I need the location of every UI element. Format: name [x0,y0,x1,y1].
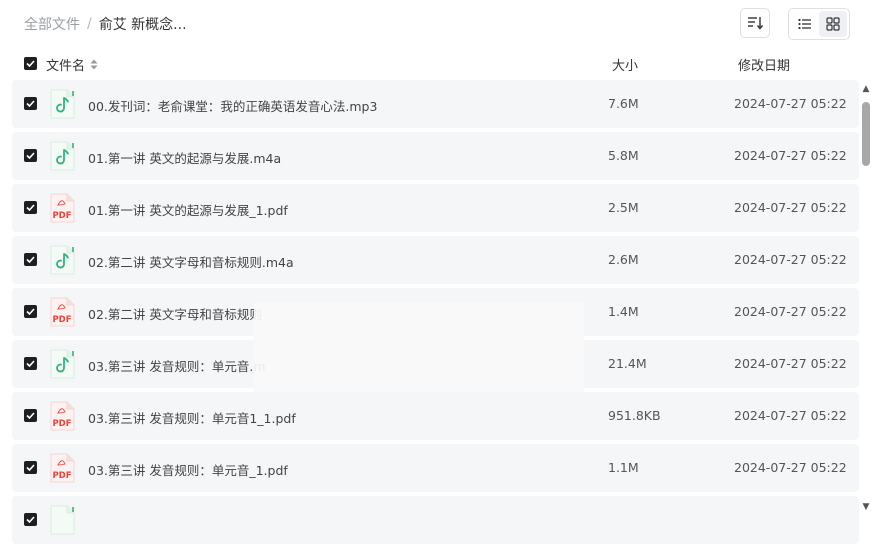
pdf-file-icon: PDF [50,401,75,431]
check-icon [26,308,35,315]
file-modified-date: 2024-07-27 05:22 [734,304,847,319]
file-size: 21.4M [608,356,647,371]
file-modified-date: 2024-07-27 05:22 [734,252,847,267]
column-date-header[interactable]: 修改日期 [738,55,790,74]
pdf-file-icon: PDF [50,193,75,223]
check-icon [26,360,35,367]
breadcrumb-current: 俞艾 新概念... [98,17,187,33]
column-name-header[interactable]: 文件名 [46,55,98,74]
file-row[interactable]: PDF 01.第一讲 英文的起源与发展_1.pdf 2.5M 2024-07-2… [12,184,859,232]
check-icon [26,152,35,159]
check-icon [26,100,35,107]
file-size: 1.4M [608,304,639,319]
row-checkbox[interactable] [24,253,37,266]
file-row[interactable]: 02.第二讲 英文字母和音标规则.m4a 2.6M 2024-07-27 05:… [12,236,859,284]
blurred-overlay [254,302,584,392]
file-modified-date: 2024-07-27 05:22 [734,200,847,215]
row-checkbox[interactable] [24,97,37,110]
scroll-down-arrow-icon[interactable]: ▼ [861,502,871,512]
file-name[interactable]: 03.第三讲 发音规则：单元音_1.pdf [88,460,288,479]
file-name[interactable]: 03.第三讲 发音规则：单元音1_1.pdf [88,408,296,427]
file-name[interactable]: 01.第一讲 英文的起源与发展_1.pdf [88,200,288,219]
file-name[interactable]: 03.第三讲 发音规则：单元音.m [88,356,266,375]
audio-file-icon [50,141,75,171]
sort-toggle-icon [90,59,98,70]
row-checkbox[interactable] [24,357,37,370]
vertical-scrollbar[interactable]: ▲ ▼ [861,84,871,512]
grid-view-button[interactable] [819,11,847,37]
pdf-file-icon: PDF [50,453,75,483]
file-modified-date: 2024-07-27 05:22 [734,148,847,163]
scrollbar-thumb[interactable] [862,102,870,166]
audio-file-icon [50,245,75,275]
audio-file-icon [50,349,75,379]
check-icon [26,256,35,263]
check-icon [26,516,35,523]
file-row[interactable]: PDF 03.第三讲 发音规则：单元音_1.pdf 1.1M 2024-07-2… [12,444,859,492]
check-icon [26,412,35,419]
pdf-icon-label: PDF [52,471,71,481]
file-size: 2.5M [608,200,639,215]
check-icon [26,464,35,471]
file-name[interactable]: 01.第一讲 英文的起源与发展.m4a [88,148,281,167]
row-checkbox[interactable] [24,461,37,474]
sort-button[interactable] [740,8,770,38]
file-row[interactable]: 01.第一讲 英文的起源与发展.m4a 5.8M 2024-07-27 05:2… [12,132,859,180]
pdf-file-icon: PDF [50,297,75,327]
list-view-button[interactable] [791,11,819,37]
file-list-header: 文件名 大小 修改日期 [24,54,874,74]
check-icon [26,60,35,67]
file-row[interactable]: PDF 03.第三讲 发音规则：单元音1_1.pdf 951.8KB 2024-… [12,392,859,440]
audio-file-icon [50,89,75,119]
breadcrumb-root-link[interactable]: 全部文件 [24,14,80,34]
file-size: 2.6M [608,252,639,267]
row-checkbox[interactable] [24,513,37,526]
list-view-icon [798,18,811,30]
file-modified-date: 2024-07-27 05:22 [734,96,847,111]
column-name-label: 文件名 [46,59,86,74]
view-toolbar [740,8,850,40]
file-size: 951.8KB [608,408,661,423]
sort-icon [748,17,763,30]
breadcrumb-separator: / [87,16,92,32]
file-row[interactable] [12,496,859,544]
file-modified-date: 2024-07-27 05:22 [734,356,847,371]
pdf-icon-label: PDF [52,315,71,325]
row-checkbox[interactable] [24,149,37,162]
column-size-header[interactable]: 大小 [612,55,638,74]
view-mode-toggle [788,8,850,40]
row-checkbox[interactable] [24,201,37,214]
pdf-icon-label: PDF [52,419,71,429]
file-name[interactable]: 02.第二讲 英文字母和音标规则 [88,304,262,323]
audio-file-icon [50,505,75,535]
file-name[interactable]: 02.第二讲 英文字母和音标规则.m4a [88,252,294,271]
file-size: 7.6M [608,96,639,111]
file-size: 5.8M [608,148,639,163]
scroll-up-arrow-icon[interactable]: ▲ [861,84,871,94]
row-checkbox[interactable] [24,305,37,318]
select-all-checkbox[interactable] [24,57,37,70]
pdf-icon-label: PDF [52,211,71,221]
file-size: 1.1M [608,460,639,475]
file-modified-date: 2024-07-27 05:22 [734,408,847,423]
row-checkbox[interactable] [24,409,37,422]
breadcrumb: 全部文件 / 俞艾 新概念... [24,14,187,34]
grid-view-icon [826,17,840,31]
file-modified-date: 2024-07-27 05:22 [734,460,847,475]
check-icon [26,204,35,211]
file-row[interactable]: 00.发刊词：老俞课堂：我的正确英语发音心法.mp3 7.6M 2024-07-… [12,80,859,128]
file-name[interactable]: 00.发刊词：老俞课堂：我的正确英语发音心法.mp3 [88,96,377,115]
